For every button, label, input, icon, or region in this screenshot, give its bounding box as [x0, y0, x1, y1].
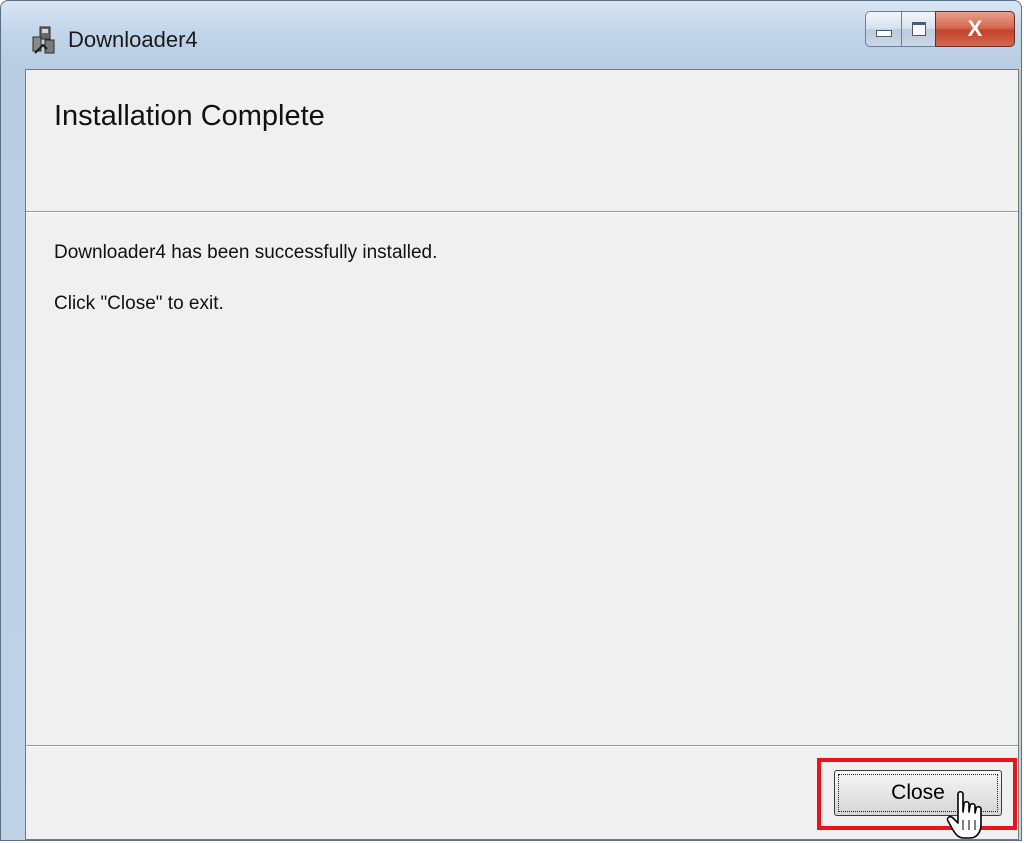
maximize-icon	[911, 22, 926, 36]
dialog-client-area: Installation Complete Downloader4 has be…	[25, 69, 1019, 840]
hand-cursor-icon	[946, 790, 982, 839]
close-icon: X	[967, 16, 983, 41]
close-button-label-accelerator: C	[891, 781, 907, 804]
installer-window: Downloader4 X Installation Complete Down…	[0, 0, 1022, 841]
minimize-icon	[875, 29, 892, 37]
page-title: Installation Complete	[54, 100, 325, 132]
caption-buttons: X	[865, 11, 1015, 47]
minimize-button[interactable]	[865, 11, 901, 47]
footer-divider	[26, 745, 1018, 747]
window-title: Downloader4	[68, 27, 198, 52]
exit-instruction: Click "Close" to exit.	[54, 293, 224, 314]
installer-icon	[32, 26, 55, 54]
success-message: Downloader4 has been successfully instal…	[54, 242, 438, 263]
title-bar[interactable]: Downloader4 X	[1, 1, 1021, 63]
window-close-button[interactable]: X	[935, 11, 1015, 47]
maximize-button[interactable]	[901, 11, 935, 47]
header-band: Installation Complete	[26, 70, 1018, 213]
close-button-label-rest: lose	[906, 781, 945, 804]
